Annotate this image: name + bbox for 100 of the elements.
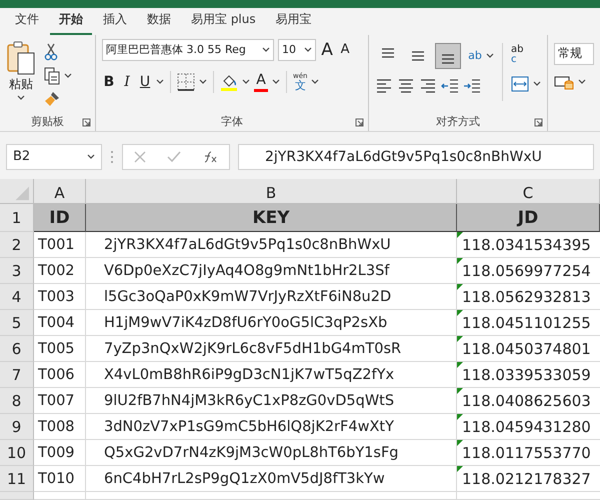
ribbon-tab[interactable]: 数据 xyxy=(138,7,180,36)
insert-function-icon[interactable] xyxy=(202,150,218,163)
table-cell: T005 xyxy=(34,336,86,362)
paintbrush-icon[interactable] xyxy=(44,90,60,107)
caret-icon[interactable] xyxy=(156,78,164,86)
table-cell: T007 xyxy=(34,388,86,414)
error-flag-icon[interactable] xyxy=(457,310,463,316)
error-flag-icon[interactable] xyxy=(457,258,463,264)
clipboard-icon[interactable] xyxy=(6,40,36,75)
shrink-font-button[interactable]: A xyxy=(338,40,352,60)
caret-icon[interactable] xyxy=(262,46,270,54)
table-cell: 118.0339533059 xyxy=(462,366,591,384)
caret-icon[interactable] xyxy=(87,153,95,160)
font-size-field[interactable]: 10 xyxy=(278,38,316,61)
table-cell: T006 xyxy=(34,362,86,388)
table-cell: T008 xyxy=(34,414,86,440)
table-cell: Q5xG2vD7rN4zK9jM3cW0pL8hT6bY1sFg xyxy=(86,440,457,466)
caret-icon[interactable] xyxy=(578,78,586,86)
group-label: 对齐方式 xyxy=(436,114,480,129)
wrap-text-button[interactable]: ab c xyxy=(510,42,541,67)
error-flag-icon[interactable] xyxy=(457,362,463,368)
header-cell: ID xyxy=(34,204,86,232)
dialog-launcher-icon[interactable] xyxy=(534,118,543,128)
column-header[interactable]: C xyxy=(457,179,600,204)
error-flag-icon[interactable] xyxy=(457,388,463,394)
column-header[interactable]: B xyxy=(86,179,457,204)
error-flag-icon[interactable] xyxy=(457,414,463,420)
error-flag-icon[interactable] xyxy=(457,284,463,290)
table-cell: 3dN0zV7xP1sG9mC5bH6lQ8jK2rF4wXtY xyxy=(86,414,457,440)
formula-input[interactable]: 2jYR3KX4f7aL6dGt9v5Pq1s0c8nBhWxU xyxy=(238,144,594,170)
dialog-launcher-icon[interactable] xyxy=(82,118,92,128)
caret-icon[interactable] xyxy=(532,80,541,88)
caret-icon[interactable] xyxy=(311,78,320,86)
dialog-launcher-icon[interactable] xyxy=(354,118,364,128)
fill-color-icon[interactable] xyxy=(220,72,238,91)
row-header[interactable]: 4 xyxy=(0,284,34,310)
ribbon-tab[interactable]: 易用宝 plus xyxy=(182,7,265,36)
scissors-icon[interactable] xyxy=(44,42,58,61)
table-cell: T001 xyxy=(34,232,86,258)
group-label: 剪贴板 xyxy=(31,114,64,129)
name-box[interactable]: B2 xyxy=(6,144,102,170)
align-center-icon[interactable] xyxy=(396,78,415,94)
column-header[interactable]: A xyxy=(34,179,86,204)
table-cell: 118.0450374801 xyxy=(462,340,591,358)
caret-icon[interactable] xyxy=(17,94,25,101)
paste-button[interactable]: 粘贴 xyxy=(6,38,36,112)
font-color-button[interactable]: A xyxy=(254,72,268,92)
error-flag-icon[interactable] xyxy=(457,440,463,446)
error-flag-icon[interactable] xyxy=(457,466,463,472)
table-cell: T010 xyxy=(34,466,86,492)
group-label: 字体 xyxy=(220,114,243,129)
increase-indent-icon[interactable] xyxy=(462,78,481,94)
table-cell: T009 xyxy=(34,440,86,466)
table-cell: 118.0117553770 xyxy=(462,444,591,462)
bold-button[interactable]: B xyxy=(102,72,116,92)
underline-button[interactable]: U xyxy=(138,72,152,92)
align-right-icon[interactable] xyxy=(418,78,437,94)
more-options-icon[interactable] xyxy=(110,150,114,164)
table-cell: 118.0459431280 xyxy=(462,418,591,436)
row-header[interactable]: 10 xyxy=(0,440,34,466)
row-header[interactable]: 11 xyxy=(0,466,34,492)
row-header[interactable]: 5 xyxy=(0,310,34,336)
align-bottom-icon[interactable] xyxy=(434,42,461,69)
row-header[interactable]: 2 xyxy=(0,232,34,258)
ribbon-tab[interactable]: 易用宝 xyxy=(266,7,321,36)
error-flag-icon[interactable] xyxy=(457,336,463,342)
caret-icon[interactable] xyxy=(64,72,72,80)
copy-icon[interactable] xyxy=(44,66,60,85)
row-header[interactable]: 9 xyxy=(0,414,34,440)
caret-icon[interactable] xyxy=(486,52,494,60)
header-cell: JD xyxy=(457,204,600,232)
table-cell: 9lU2fB7hN4jM3kR6yC1xP8zG0vD5qWtS xyxy=(86,388,457,414)
row-header[interactable]: 3 xyxy=(0,258,34,284)
decrease-indent-icon[interactable] xyxy=(440,78,459,94)
merge-center-icon[interactable] xyxy=(510,76,529,92)
caret-icon[interactable] xyxy=(199,78,208,86)
ribbon-tab[interactable]: 插入 xyxy=(94,7,136,36)
italic-button[interactable]: I xyxy=(120,72,134,92)
table-cell: 118.0569977254 xyxy=(462,262,591,280)
ribbon-tab[interactable]: 文件 xyxy=(6,7,48,36)
table-cell: T002 xyxy=(34,258,86,284)
header-cell: KEY xyxy=(86,204,457,232)
align-left-icon[interactable] xyxy=(374,78,393,94)
row-header[interactable]: 7 xyxy=(0,362,34,388)
table-cell: 7yZp3nQxW2jK9rL6c8vF5dH1bG4mT0sR xyxy=(86,336,457,362)
row-header[interactable]: 1 xyxy=(0,204,34,232)
row-header[interactable]: 6 xyxy=(0,336,34,362)
table-cell: 118.0451101255 xyxy=(462,314,591,332)
caret-icon[interactable] xyxy=(304,46,312,54)
grow-font-button[interactable]: A xyxy=(320,40,334,60)
caret-icon[interactable] xyxy=(272,78,280,86)
table-cell: 118.0341534395 xyxy=(462,236,591,254)
table-cell: 118.0562932813 xyxy=(462,288,591,306)
row-header[interactable]: 8 xyxy=(0,388,34,414)
currency-format-icon[interactable] xyxy=(554,74,574,90)
borders-icon[interactable] xyxy=(177,72,196,91)
orientation-button[interactable]: ab xyxy=(468,46,482,66)
number-format-field[interactable]: 常规 xyxy=(554,42,594,65)
font-name-field[interactable]: 阿里巴巴普惠体 3.0 55 Reg xyxy=(102,38,274,61)
caret-icon[interactable] xyxy=(242,78,250,86)
